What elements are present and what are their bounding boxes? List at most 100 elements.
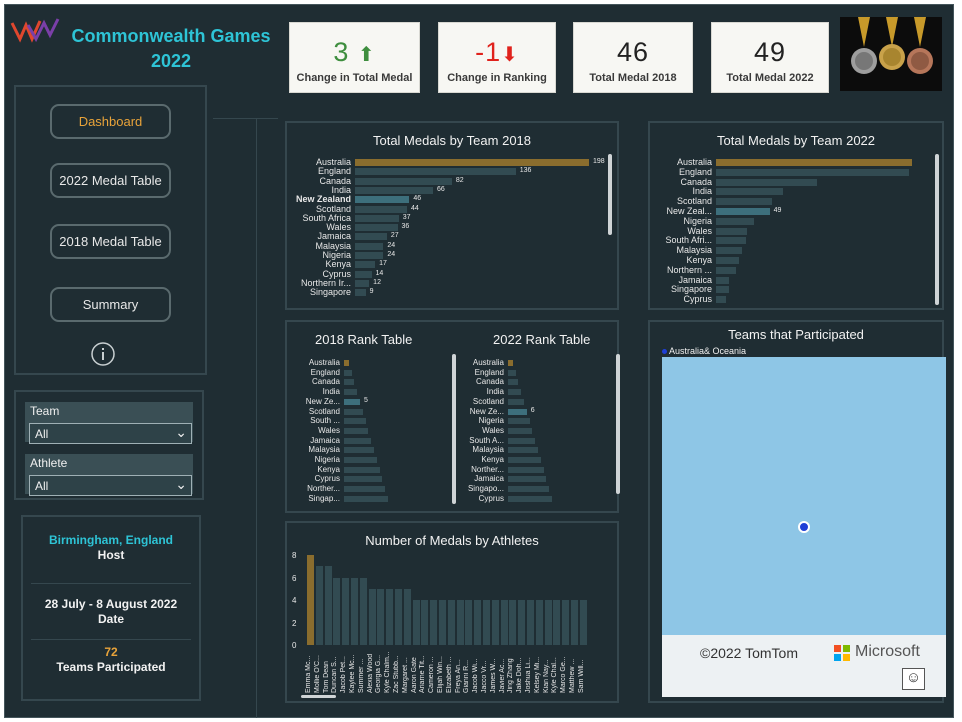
rank-label: Norther... <box>307 484 340 494</box>
athlete-bar <box>579 600 587 645</box>
athlete-bar <box>342 577 350 645</box>
rank-label: India <box>486 387 504 397</box>
athlete-label: Summer ... <box>357 658 365 693</box>
athlete-label: Cameron ... <box>428 656 436 693</box>
data-label: 9 <box>369 288 374 296</box>
teams-label: Teams Participated <box>56 660 166 674</box>
bar-label: Nigeria <box>683 215 712 226</box>
data-label: 82 <box>455 176 464 184</box>
bar <box>716 257 739 264</box>
bar <box>355 242 384 250</box>
athlete-label: Kaylee Mc... <box>349 654 356 693</box>
team-filter-label: Team <box>30 404 60 418</box>
chart-scrollbar[interactable] <box>608 154 612 235</box>
bar-label: Jamaica <box>678 274 712 285</box>
kpi-label: Change in Ranking <box>447 72 547 84</box>
data-label: 12 <box>373 278 381 286</box>
athlete-bar <box>562 600 570 645</box>
rank-bar <box>344 466 380 473</box>
bar-label: Australia <box>676 157 712 167</box>
rank-label: Singapo... <box>467 484 504 494</box>
rank-bar <box>508 369 516 376</box>
athlete-bar <box>491 600 499 645</box>
rank-bar <box>508 408 527 415</box>
app-title-line1: Commonwealth Games <box>71 26 271 46</box>
rank-2022-scrollbar[interactable] <box>616 354 620 494</box>
team-filter-dropdown[interactable]: All ⌄ <box>29 423 192 444</box>
rank-label: Cyprus <box>314 474 340 484</box>
rank-bar <box>344 486 386 493</box>
chart-h-scrollbar[interactable] <box>301 695 336 698</box>
nav-2022-medal-table-button[interactable]: 2022 Medal Table <box>50 163 171 198</box>
rank-bar <box>344 457 377 463</box>
nav-summary-button[interactable]: Summary <box>50 287 171 322</box>
bar-label: India <box>692 186 712 197</box>
bar <box>355 168 516 176</box>
rank-label: South ... <box>310 416 340 426</box>
rank-bar <box>344 360 349 366</box>
rank-bar <box>344 437 372 444</box>
athlete-label: Jacob Pet... <box>340 656 348 693</box>
bar <box>355 186 433 194</box>
app-title-line2: 2022 <box>150 51 192 71</box>
map-point-australia[interactable] <box>798 521 810 533</box>
athlete-bar <box>315 566 323 645</box>
rank-bar <box>344 379 355 386</box>
athlete-label: Kyle Chal... <box>551 657 559 693</box>
athlete-bar <box>377 588 385 645</box>
data-label: 24 <box>387 251 396 258</box>
data-label: 49 <box>773 207 782 214</box>
athlete-label: Joshua Li... <box>525 657 532 693</box>
map-copyright: ©2022 TomTom <box>700 645 798 661</box>
rank-label: Kenya <box>317 464 340 474</box>
info-icon[interactable] <box>90 341 116 367</box>
athlete-label: Jacco Vr... <box>481 660 488 693</box>
data-label: 46 <box>413 195 422 203</box>
athlete-bar <box>527 600 534 645</box>
athlete-bar <box>544 600 552 645</box>
map-canvas[interactable] <box>662 357 946 635</box>
athlete-filter-dropdown[interactable]: All ⌄ <box>29 475 192 496</box>
nav-2018-medal-table-button[interactable]: 2018 Medal Table <box>50 224 171 259</box>
athlete-bar <box>439 600 446 645</box>
chart-scrollbar[interactable] <box>935 154 939 305</box>
athlete-label: Elizabeth ... <box>445 656 453 693</box>
bar <box>716 266 736 274</box>
nav-dashboard-button[interactable]: Dashboard <box>50 104 171 139</box>
bar <box>355 261 376 269</box>
athlete-bar <box>403 588 411 645</box>
bar-label: Malaysia <box>676 245 712 256</box>
bar-label: Cyprus <box>683 294 712 305</box>
athlete-bar <box>324 566 332 645</box>
chevron-down-icon: ⌄ <box>175 476 187 492</box>
chart-total-medals-2018: Total Medals by Team 2018 Australia 198 En… <box>285 121 619 310</box>
bar <box>355 252 384 259</box>
rank-bar <box>344 476 383 483</box>
rank-bar <box>508 427 533 434</box>
map-legend: Australia& Oceania <box>662 346 746 356</box>
microsoft-brand: Microsoft <box>855 643 920 660</box>
bar <box>716 286 730 294</box>
microsoft-logo-icon <box>834 645 850 661</box>
athlete-bar <box>456 600 464 645</box>
bar <box>355 159 589 166</box>
rank-bar <box>344 398 360 405</box>
bar <box>716 227 747 235</box>
rank-2018-scrollbar[interactable] <box>452 354 456 504</box>
rank-label: Jamaica <box>474 474 504 484</box>
athlete-label: Matthew ... <box>569 658 576 693</box>
bar <box>355 177 452 185</box>
team-filter-value: All <box>35 427 49 441</box>
dashboard-frame: Commonwealth Games 2022 3 ⬆ Change in To… <box>4 4 954 718</box>
map-panel: Teams that Participated Australia& Ocean… <box>648 320 946 703</box>
athlete-label: Tom Dean <box>322 661 330 693</box>
rank-label: India <box>322 387 340 397</box>
feedback-smiley-icon[interactable]: ☺ <box>902 668 925 690</box>
rank-bar <box>508 418 530 425</box>
rank-label: Kenya <box>481 455 504 464</box>
rank-tables: 2018 Rank Table 2022 Rank Table Australi… <box>285 320 620 513</box>
kpi-label: Change in Total Medal <box>296 72 413 84</box>
athlete-bar <box>465 600 473 645</box>
athlete-bar <box>359 577 367 645</box>
event-info-panel: Birmingham, England Host 28 July - 8 Aug… <box>21 515 201 701</box>
